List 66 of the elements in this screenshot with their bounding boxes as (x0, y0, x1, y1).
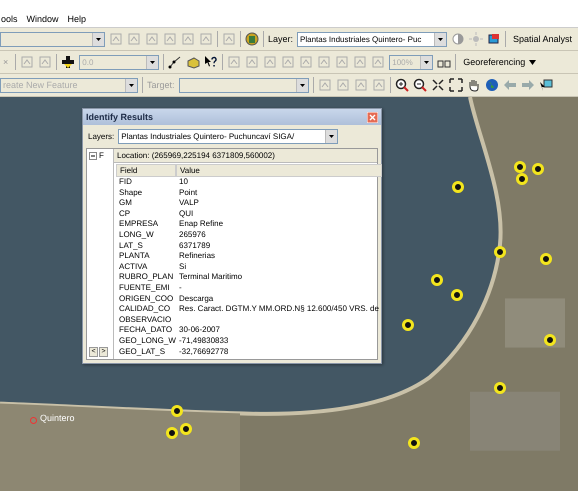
layers-label: Layers: (88, 132, 114, 141)
table-cell-text: Shape (118, 188, 144, 198)
contrast-icon[interactable] (451, 32, 466, 46)
pan-hand-icon[interactable] (466, 78, 481, 92)
table-cell-text: RUBRO_PLAN (118, 272, 174, 283)
collapse-icon[interactable] (89, 152, 97, 160)
location-text: Location: (265969,225194 6371809,560002) (114, 149, 377, 163)
place-label: Quintero (40, 413, 75, 423)
table-cell-text: GM (118, 198, 133, 209)
table-cell-text: Enap Refine (178, 219, 224, 230)
table-cell-text: FID (118, 177, 133, 188)
table-cell-text: Point (178, 188, 198, 198)
table-cell-text: OBSERVACIO (118, 314, 172, 326)
select-features-icon[interactable] (538, 78, 553, 92)
place-marker-icon (30, 417, 37, 424)
table-cell-text: EMPRESA (118, 219, 160, 230)
dialog-title: Identify Results (86, 112, 154, 122)
layers-icon[interactable] (487, 32, 502, 46)
table-cell-text: ACTIVA (118, 262, 148, 272)
table-cell-text: FECHA_DATO (118, 325, 174, 336)
table-cell-text: -71,49830833 (178, 336, 230, 346)
table-cell-text: - (178, 282, 183, 294)
table-cell-text: CALIDAD_CO (118, 304, 172, 315)
table-cell-text: LAT_S (118, 240, 144, 252)
table-cell-text: 10 (178, 177, 189, 188)
table-cell-text: LONG_W (118, 230, 155, 241)
layer-label: Layer: (268, 34, 294, 44)
table-cell-text: PLANTA (118, 251, 151, 262)
georeferencing-menu[interactable]: Georeferencing (460, 57, 540, 67)
add-data-icon[interactable] (61, 55, 76, 69)
table-cell-text: GEO_LAT_S (118, 346, 166, 358)
tree-node[interactable]: F (99, 151, 104, 160)
layers-dropdown[interactable]: Plantas Industriales Quintero- Puchuncaví SIGA/ (118, 129, 338, 144)
menu-item[interactable]: Help (66, 14, 88, 24)
table-cell-text: Refinerias (178, 251, 216, 262)
table-cell-text: FUENTE_EMI (118, 282, 171, 294)
zoom-in-icon[interactable] (394, 78, 409, 92)
column-header: Field (116, 164, 176, 177)
table-cell-text: 265976 (178, 230, 207, 241)
zoom-out-icon[interactable] (412, 78, 427, 92)
layer-dropdown[interactable]: Plantas Industriales Quintero- Puc (297, 32, 448, 46)
table-cell-text: GEO_LONG_W (118, 336, 176, 346)
caret-icon (529, 60, 536, 64)
fixed-zoom-in-icon[interactable] (430, 78, 445, 92)
table-cell-text: Terminal Maritimo (178, 272, 244, 283)
table-cell-text: CP (118, 208, 132, 220)
menu-item[interactable]: Window (26, 14, 60, 24)
table-cell-text: VALP (178, 198, 200, 209)
toolbox-icon[interactable] (186, 55, 200, 69)
edit-vertices-icon[interactable] (168, 55, 182, 69)
spatial-analyst-menu[interactable]: Spatial Analyst (510, 34, 576, 44)
table-cell-text: QUI (178, 208, 194, 220)
table-cell-text: 6371789 (178, 240, 212, 252)
table-cell-text: Res. Caract. DGTM.Y MM.ORD.N§ 12.600/450 VRS. de (178, 304, 380, 315)
what-is-this-icon[interactable] (204, 55, 218, 69)
table-cell-text: Si (178, 262, 188, 272)
menu-item[interactable]: ools (0, 14, 19, 24)
table-cell-text: ORIGEN_COO (118, 294, 174, 304)
column-header: Value (176, 164, 382, 177)
fixed-zoom-out-icon[interactable] (448, 78, 463, 92)
table-cell-text: -32,76692778 (178, 346, 230, 358)
target-label: Target: (147, 80, 175, 90)
table-cell-text: 30-06-2007 (178, 325, 221, 336)
close-button[interactable] (367, 112, 378, 122)
table-cell-text: Descarga (178, 294, 214, 304)
dropdown-field[interactable] (0, 32, 105, 46)
